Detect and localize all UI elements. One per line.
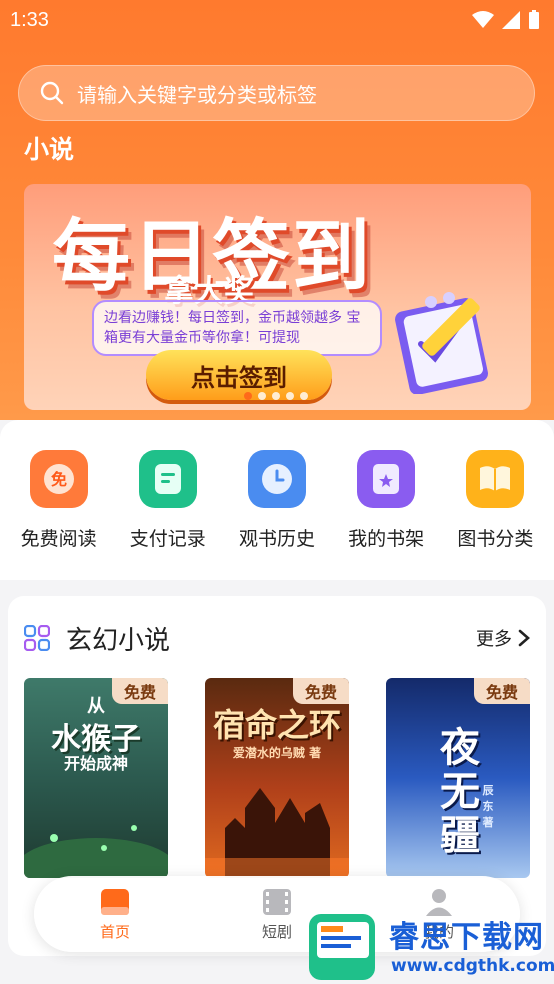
tab-label: 短剧 [261,922,292,941]
search-placeholder: 请输入关键字或分类或标签 [77,82,317,107]
free-badge: 免费 [112,678,168,704]
quick-action-label: 我的书架 [348,528,425,550]
banner-pagination [244,392,308,400]
search-icon [40,81,64,105]
book-cover-title: 宿命之环 [212,706,341,744]
quick-action-label: 免费阅读 [20,528,97,550]
status-bar: 1:33 [0,0,554,40]
quick-action-category[interactable]: 图书分类 [445,450,545,551]
free-read-icon: 免 [29,450,88,508]
tab-home[interactable]: 首页 [75,887,155,942]
payment-record-icon [138,450,197,508]
tab-label: 首页 [99,922,130,941]
pagination-dot[interactable] [244,392,252,400]
more-link[interactable]: 更多 [476,625,530,651]
pagination-dot[interactable] [286,392,294,400]
watermark: 睿思下载网 www.cdgthk.com [305,908,554,984]
pagination-dot[interactable] [300,392,308,400]
quick-action-label: 支付记录 [129,528,206,550]
svg-text:免: 免 [51,470,67,489]
book-cover[interactable]: 夜无疆 辰东 著 免费 [386,678,530,878]
more-label: 更多 [476,629,512,650]
page-title: 小说 [24,135,75,164]
watermark-logo-icon [309,914,375,980]
forest-illustration [24,825,168,878]
book-category-icon [466,450,525,508]
banner-description: 边看边赚钱！每日签到，金币越领越多 宝箱更有大量金币等你拿！可提现 [92,300,382,356]
watermark-brand: 睿思下载网 [389,920,544,955]
category-title: 玄幻小说 [66,625,171,656]
bookshelf-icon [357,450,416,508]
quick-action-payment-record[interactable]: 支付记录 [118,450,218,551]
free-badge: 免费 [293,678,349,704]
free-badge: 免费 [474,678,530,704]
watermark-url: www.cdgthk.com [391,956,554,976]
history-clock-icon [247,450,306,508]
notebook-pencil-icon [395,292,488,394]
quick-action-label: 图书分类 [457,528,534,550]
quick-action-free-read[interactable]: 免 免费阅读 [9,450,109,551]
pagination-dot[interactable] [258,392,266,400]
status-time: 1:33 [10,8,49,31]
book-cover[interactable]: 宿命之环 爱潜水的乌贼 著 免费 [205,678,349,878]
quick-action-history[interactable]: 观书历史 [227,450,327,551]
sign-in-banner[interactable]: 每日签到 拿大奖 边看边赚钱！每日签到，金币越领越多 宝箱更有大量金币等你拿！可… [24,184,531,410]
quick-actions: 免 免费阅读 支付记录 观书历史 我的书架 图书分类 [0,420,554,580]
film-icon [263,888,291,915]
castle-illustration [205,788,349,878]
book-list: 从 水猴子 开始成神 免费 宿命之环 爱潜水的乌贼 著 免费 夜无疆 辰东 著 … [24,678,530,878]
search-input[interactable]: 请输入关键字或分类或标签 [18,65,535,121]
book-cover-title: 开始成神 [63,754,128,773]
book-cover[interactable]: 从 水猴子 开始成神 免费 [24,678,168,878]
quick-action-label: 观书历史 [238,528,315,550]
book-cover-author: 爱潜水的乌贼 著 [232,746,322,760]
battery-icon [529,10,539,29]
signal-icon [502,11,520,29]
quick-action-bookshelf[interactable]: 我的书架 [336,450,436,551]
chevron-right-icon [518,629,530,647]
book-cover-author: 辰东 著 [482,784,494,829]
category-header: 玄幻小说 更多 [24,618,530,658]
status-icons [472,10,540,30]
wifi-icon [472,11,494,28]
pagination-dot[interactable] [272,392,280,400]
book-home-icon [101,888,129,915]
grid-icon [24,625,50,651]
